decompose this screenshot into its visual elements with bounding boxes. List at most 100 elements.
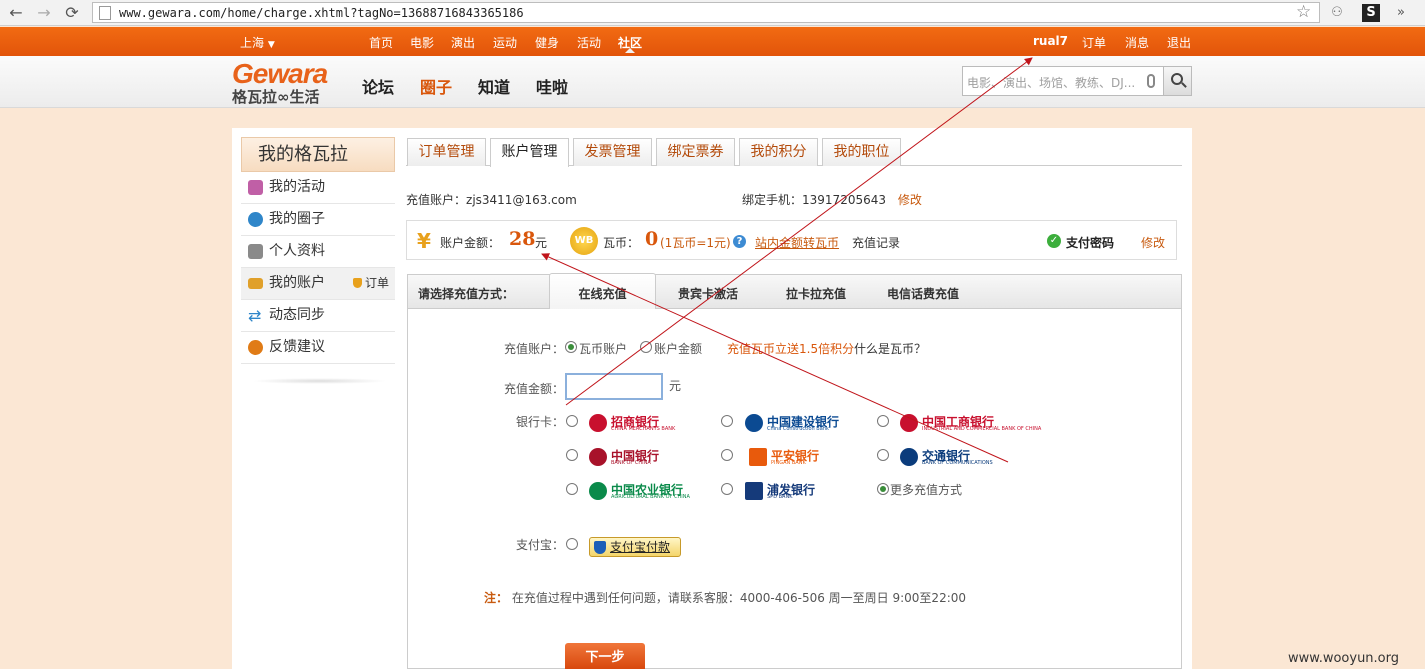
bank-en-name: PINGAN BANK [771,460,806,466]
radio-bank-spd[interactable] [721,483,733,495]
tab-telecom[interactable]: 电信话费充值 [887,285,959,302]
search-icon-handle [1181,82,1187,88]
alipay-label: 支付宝： [516,538,565,552]
tab-orders[interactable]: 订单管理 [407,138,486,166]
radio-bank-pingan[interactable] [721,449,733,461]
nav-knowledge[interactable]: 知道 [478,74,510,98]
radio-bank-cmb[interactable] [566,415,578,427]
amount-unit: 元 [669,379,682,393]
tab-account[interactable]: 账户管理 [490,138,569,167]
nav-circle[interactable]: 圈子 [420,74,452,98]
bank-en-name: CHINA MERCHANTS BANK [611,426,676,432]
browser-toolbar: ← → ⟳ www.gewara.com/home/charge.xhtml?t… [0,0,1425,26]
reload-icon[interactable]: ⟳ [62,3,82,23]
forward-icon[interactable]: → [34,3,54,23]
topnav-movie[interactable]: 电影 [410,34,434,51]
site-header: Gewara 格瓦拉∞生活 论坛 圈子 知道 哇啦 电影、演出、场馆、教练、DJ… [0,56,1425,108]
edit-phone-link[interactable]: 修改 [898,193,922,207]
note-text: 在充值过程中遇到任何问题，请联系客服：4000-406-506 周一至周日 9:… [511,591,967,605]
sidebar-item-circle[interactable]: 我的圈子 [241,204,395,236]
balance-amount: 28 [509,228,536,250]
address-bar[interactable]: www.gewara.com/home/charge.xhtml?tagNo=1… [92,2,1320,23]
what-is-wabi-link[interactable]: 什么是瓦币？ [854,340,926,357]
alipay-shield-icon [594,541,606,554]
amount-input[interactable] [565,373,663,400]
orders-link[interactable]: 订单 [1082,34,1106,51]
bookmark-star-icon[interactable]: ☆ [1296,2,1311,22]
sidebar-item-label: 动态同步 [269,307,325,323]
logo-cn: 格瓦拉∞生活 [232,88,320,106]
help-icon[interactable]: ? [733,235,746,248]
method-title: 请选择充值方式： [418,287,515,301]
radio-more-methods[interactable] [877,483,889,495]
bank-bocom-icon [900,448,918,466]
sidebar-item-label: 我的活动 [269,179,325,195]
sidebar-item-profile[interactable]: 个人资料 [241,236,395,268]
active-caret [625,48,635,53]
search-button[interactable] [1163,66,1192,96]
edit-pay-password-link[interactable]: 修改 [1141,234,1165,251]
gewara-logo[interactable]: Gewara 格瓦拉∞生活 [232,58,328,107]
tab-points[interactable]: 我的积分 [739,138,818,166]
radio-bank-ccb[interactable] [721,415,733,427]
search-placeholder: 电影、演出、场馆、教练、DJ... [967,76,1136,90]
tab-lakala[interactable]: 拉卡拉充值 [786,285,846,302]
watermark: www.wooyun.org [1288,651,1400,666]
more-methods-label[interactable]: 更多充值方式 [890,481,962,498]
yen-icon: ¥ [417,229,431,253]
radio-wabi-account[interactable] [565,341,577,353]
sidebar-item-feedback[interactable]: 反馈建议 [241,332,395,364]
more-extensions-icon[interactable]: » [1392,4,1410,22]
nav-forum[interactable]: 论坛 [362,74,394,98]
bank-boc-icon [589,448,607,466]
tab-positions[interactable]: 我的职位 [822,138,901,166]
tab-invoice[interactable]: 发票管理 [573,138,652,166]
next-step-button[interactable]: 下一步 [565,643,645,669]
form-account-label: 充值账户： [504,342,565,356]
topnav-home[interactable]: 首页 [369,34,393,51]
search-input[interactable]: 电影、演出、场馆、教练、DJ... [962,66,1164,96]
sync-icon: ⇄ [248,306,262,325]
sidebar-sub-orders[interactable]: 订单 [352,268,389,299]
bank-abc-icon [589,482,607,500]
tab-online-recharge-label: 在线充值 [578,287,627,301]
balance-box: ¥ 账户金额： 28 元 WB 瓦币： 0 (1瓦币=1元) ? 站内金额转瓦币… [406,220,1177,260]
nav-wala[interactable]: 哇啦 [536,74,568,98]
wabi-rate: (1瓦币=1元) [660,236,731,250]
tab-online-recharge[interactable]: 在线充值 [549,273,656,317]
gear-icon [248,244,263,259]
back-icon[interactable]: ← [6,3,26,23]
bank-en-name: AGRICULTURAL BANK OF CHINA [611,494,690,500]
logout-link[interactable]: 退出 [1167,34,1191,51]
topnav-community[interactable]: 社区 [618,34,642,53]
transfer-link[interactable]: 站内金额转瓦币 [755,234,839,251]
records-link[interactable]: 充值记录 [852,234,900,251]
tab-tickets[interactable]: 绑定票券 [656,138,735,166]
balance-unit: 元 [535,236,548,250]
topnav-show[interactable]: 演出 [451,34,475,51]
user-link[interactable]: rual7 [1033,34,1068,48]
wabi-coin-icon: WB [570,227,598,255]
radio-alipay[interactable] [566,538,578,550]
messages-link[interactable]: 消息 [1125,34,1149,51]
bank-pingan-icon [749,448,767,466]
sidebar-item-sync[interactable]: ⇄ 动态同步 [241,300,395,332]
alipay-button[interactable]: 支付宝付款 [589,537,681,557]
radio-bank-abc[interactable] [566,483,578,495]
topnav-activity[interactable]: 活动 [577,34,601,51]
sidebar-item-account[interactable]: 我的账户 订单 [241,268,395,300]
topnav-sport[interactable]: 运动 [493,34,517,51]
radio-bank-boc[interactable] [566,449,578,461]
extension-icon[interactable]: ⚇ [1328,4,1346,22]
sidebar-item-activity[interactable]: 我的活动 [241,172,395,204]
radio-wabi-account-label: 瓦币账户 [579,342,628,356]
tab-vip-card[interactable]: 贵宾卡激活 [678,285,738,302]
account-email: zjs3411@163.com [466,193,577,207]
mic-icon[interactable] [1147,74,1155,88]
city-select[interactable]: 上海 ▼ [240,34,275,51]
radio-balance-account[interactable] [640,341,652,353]
extension-s-icon[interactable]: S [1362,4,1380,22]
topnav-fitness[interactable]: 健身 [535,34,559,51]
radio-bank-icbc[interactable] [877,415,889,427]
radio-bank-bocom[interactable] [877,449,889,461]
